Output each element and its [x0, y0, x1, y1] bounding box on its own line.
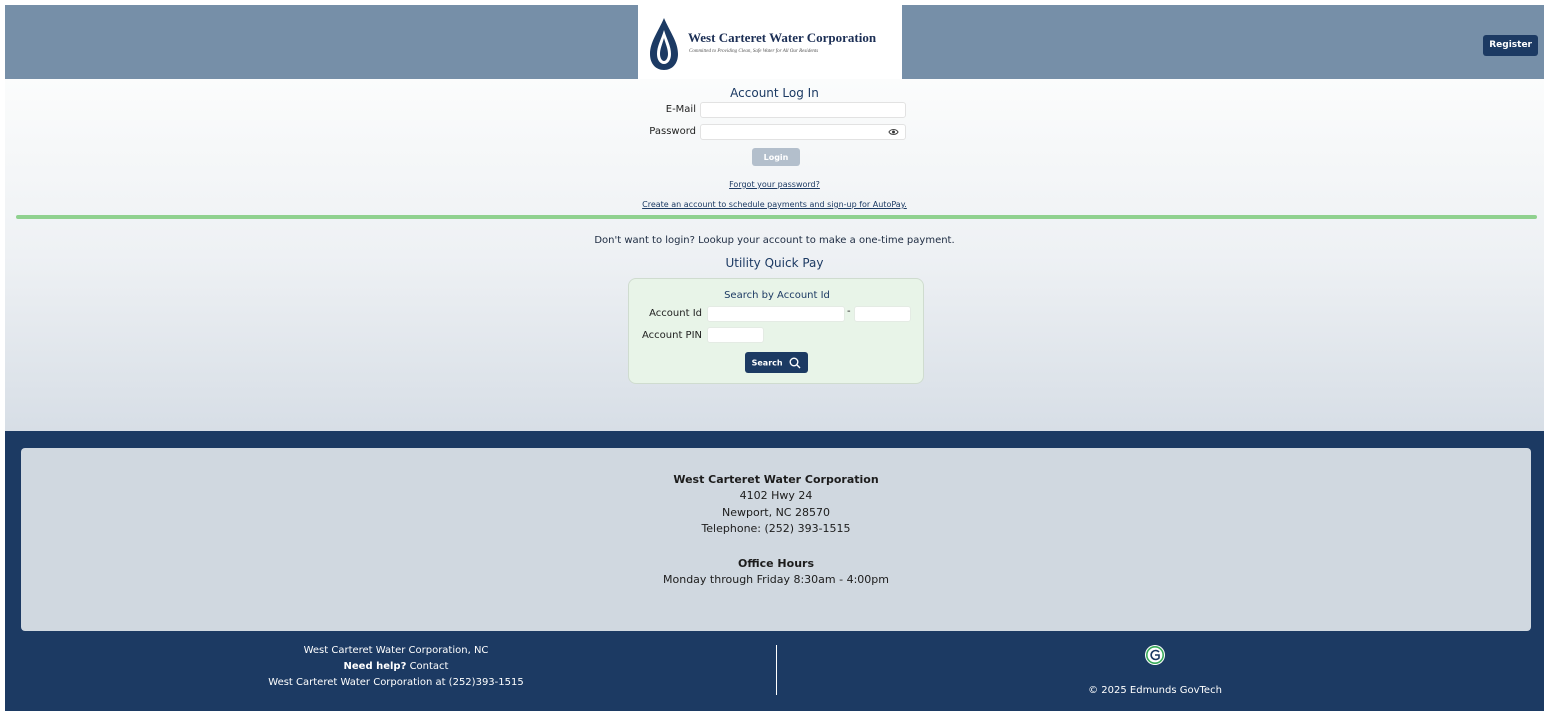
need-help-label: Need help? — [343, 661, 407, 672]
search-button[interactable]: Search — [745, 352, 808, 373]
eye-icon[interactable] — [888, 127, 899, 137]
contact-label: Contact — [406, 661, 449, 672]
footer-org-name: West Carteret Water Corporation — [673, 473, 879, 486]
create-account-link[interactable]: Create an account to schedule payments a… — [5, 200, 1544, 209]
edmunds-logo-icon[interactable] — [1144, 643, 1166, 667]
footer-telephone: Telephone: (252) 393-1515 — [701, 522, 851, 535]
search-button-label: Search — [751, 358, 783, 367]
footer: West Carteret Water Corporation 4102 Hwy… — [5, 431, 1544, 711]
logo-tagline: Committed to Providing Clean, Safe Water… — [689, 49, 819, 54]
password-label: Password — [649, 126, 696, 137]
footer-brand: © 2025 Edmunds GovTech — [1055, 643, 1255, 696]
login-button[interactable]: Login — [752, 148, 800, 166]
footer-address-line2: Newport, NC 28570 — [722, 506, 830, 519]
forgot-password-link[interactable]: Forgot your password? — [5, 180, 1544, 189]
account-search-panel: Search by Account Id Account Id - Accoun… — [628, 278, 924, 384]
logo-title: West Carteret Water Corporation — [688, 30, 877, 45]
email-label: E-Mail — [665, 104, 696, 115]
main-content: Account Log In E-Mail Password Login For… — [5, 79, 1544, 431]
account-id-field[interactable] — [707, 306, 845, 322]
footer-contact-line: West Carteret Water Corporation at (252)… — [268, 677, 524, 688]
account-pin-label: Account PIN — [641, 330, 702, 341]
login-title: Account Log In — [730, 86, 819, 100]
footer-bottom-org: West Carteret Water Corporation, NC — [303, 645, 489, 656]
search-icon — [789, 357, 801, 368]
copyright-text: © 2025 Edmunds GovTech — [1088, 685, 1222, 696]
office-hours-title: Office Hours — [738, 557, 814, 570]
register-button[interactable]: Register — [1483, 35, 1538, 56]
search-panel-title: Search by Account Id — [724, 290, 830, 301]
water-drop-logo-icon — [650, 18, 678, 70]
footer-separator — [776, 645, 777, 695]
section-divider — [16, 215, 1537, 219]
password-field[interactable] — [700, 124, 906, 140]
footer-help: West Carteret Water Corporation, NC Need… — [5, 643, 787, 691]
account-pin-field[interactable] — [707, 327, 764, 343]
account-id-label: Account Id — [649, 308, 702, 319]
footer-address-line1: 4102 Hwy 24 — [739, 489, 813, 502]
contact-info-panel: West Carteret Water Corporation 4102 Hwy… — [21, 448, 1531, 631]
account-id-separator: - — [847, 306, 851, 317]
header: West Carteret Water Corporation Committe… — [5, 5, 1544, 79]
org-logo[interactable]: West Carteret Water Corporation Committe… — [638, 5, 902, 79]
footer-help-line: Need help? Contact — [5, 659, 787, 675]
office-hours-text: Monday through Friday 8:30am - 4:00pm — [663, 573, 889, 586]
page: West Carteret Water Corporation Committe… — [5, 5, 1544, 711]
email-field[interactable] — [700, 102, 906, 118]
quickpay-title: Utility Quick Pay — [725, 256, 824, 270]
account-id-suffix-field[interactable] — [854, 306, 911, 322]
quickpay-intro: Don't want to login? Lookup your account… — [594, 235, 955, 246]
